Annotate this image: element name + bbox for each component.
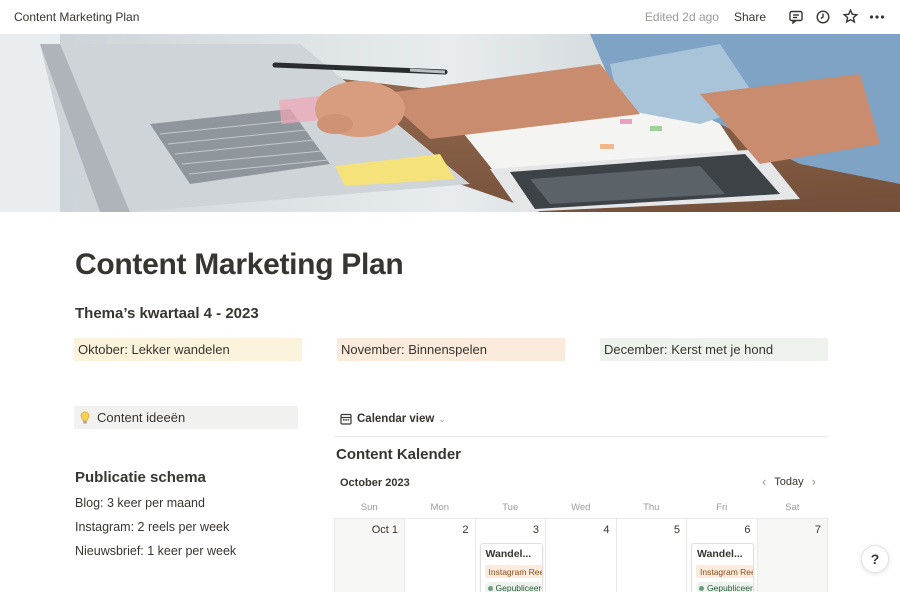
- schedule-instagram[interactable]: Instagram: 2 reels per week: [75, 520, 229, 534]
- callout-label: Content ideeën: [97, 410, 186, 425]
- card-tag: Instagram Reel: [696, 565, 753, 578]
- status-dot-icon: [487, 585, 493, 591]
- chevron-right-icon[interactable]: ›: [804, 475, 824, 488]
- history-clock-icon[interactable]: [814, 8, 832, 26]
- schedule-blog[interactable]: Blog: 3 keer per maand: [75, 496, 205, 510]
- weekday-header: Tue: [502, 502, 519, 513]
- calendar-card[interactable]: Wandel... Instagram Reel Gepubliceerd: [691, 543, 754, 592]
- view-label: Calendar view: [357, 413, 435, 425]
- card-status: Gepubliceerd: [696, 582, 753, 592]
- card-title: Wandel...: [485, 548, 532, 560]
- weekday-header: Thu: [643, 502, 660, 513]
- more-options-icon[interactable]: [868, 8, 886, 26]
- favorite-star-icon[interactable]: [841, 8, 859, 26]
- day-number: 4: [603, 524, 610, 536]
- calendar-title[interactable]: Content Kalender: [336, 446, 461, 463]
- calendar-day-cell[interactable]: 7: [757, 519, 828, 592]
- calendar-day-cell[interactable]: Oct 1: [334, 519, 405, 592]
- day-number: 3: [532, 524, 539, 536]
- calendar-day-cell[interactable]: 2: [405, 519, 476, 592]
- schedule-newsletter[interactable]: Nieuwsbrief: 1 keer per week: [75, 544, 236, 558]
- calendar-day-cell[interactable]: 5: [617, 519, 687, 592]
- weekday-header: Mon: [430, 502, 449, 513]
- day-number: 7: [814, 524, 821, 536]
- theme-november[interactable]: November: Binnenspelen: [337, 338, 565, 361]
- card-title: Wandel...: [697, 548, 743, 560]
- weekday-header: Sun: [360, 502, 378, 513]
- chevron-left-icon[interactable]: ‹: [754, 475, 774, 488]
- day-number: 6: [744, 524, 751, 536]
- calendar-grid: Oct 1 2 3 Wandel... Instagram Reel Gepub…: [334, 518, 828, 592]
- day-number: 5: [673, 524, 680, 536]
- day-number: 2: [462, 524, 469, 536]
- today-button[interactable]: Today: [774, 476, 803, 488]
- schedule-heading[interactable]: Publicatie schema: [75, 469, 206, 486]
- page-title[interactable]: Content Marketing Plan: [75, 248, 404, 282]
- theme-october[interactable]: Oktober: Lekker wandelen: [74, 338, 302, 361]
- calendar-view-selector[interactable]: Calendar view ⌄: [340, 413, 446, 425]
- weekday-header: Fri: [716, 502, 728, 513]
- content-ideas-link[interactable]: Content ideeën: [74, 406, 298, 429]
- calendar-month: October 2023: [340, 477, 410, 489]
- card-tag: Instagram Reel: [484, 565, 542, 578]
- card-status: Gepubliceerd: [484, 582, 542, 592]
- theme-december[interactable]: December: Kerst met je hond: [600, 338, 828, 361]
- comments-icon[interactable]: [787, 8, 805, 26]
- weekday-header: Sat: [785, 502, 800, 513]
- edited-timestamp: Edited 2d ago: [644, 9, 719, 24]
- calendar-card[interactable]: Wandel... Instagram Reel Gepubliceerd: [479, 543, 543, 592]
- breadcrumb-page-title[interactable]: Content Marketing Plan: [14, 10, 139, 24]
- calendar-day-cell[interactable]: 4: [546, 519, 617, 592]
- card-status-label: Gepubliceerd: [495, 583, 542, 592]
- chevron-down-icon: ⌄: [438, 413, 446, 424]
- weekday-header: Wed: [571, 502, 591, 513]
- cover-image[interactable]: [0, 34, 900, 212]
- lightbulb-icon: [79, 411, 91, 425]
- themes-heading[interactable]: Thema’s kwartaal 4 - 2023: [75, 305, 259, 322]
- calendar-day-cell[interactable]: 3 Wandel... Instagram Reel Gepubliceerd: [476, 519, 546, 592]
- top-bar: Content Marketing Plan Edited 2d ago Sha…: [0, 0, 900, 33]
- card-status-label: Gepubliceerd: [707, 583, 753, 592]
- status-dot-icon: [699, 585, 704, 591]
- calendar-day-cell[interactable]: 6 Wandel... Instagram Reel Gepubliceerd: [687, 519, 758, 592]
- calendar-icon: [340, 413, 352, 425]
- calendar-navigation: ‹ Today ›: [754, 475, 824, 488]
- help-button[interactable]: ?: [861, 545, 889, 573]
- day-number: Oct 1: [371, 524, 398, 536]
- divider: [334, 436, 828, 437]
- share-button[interactable]: Share: [734, 10, 766, 24]
